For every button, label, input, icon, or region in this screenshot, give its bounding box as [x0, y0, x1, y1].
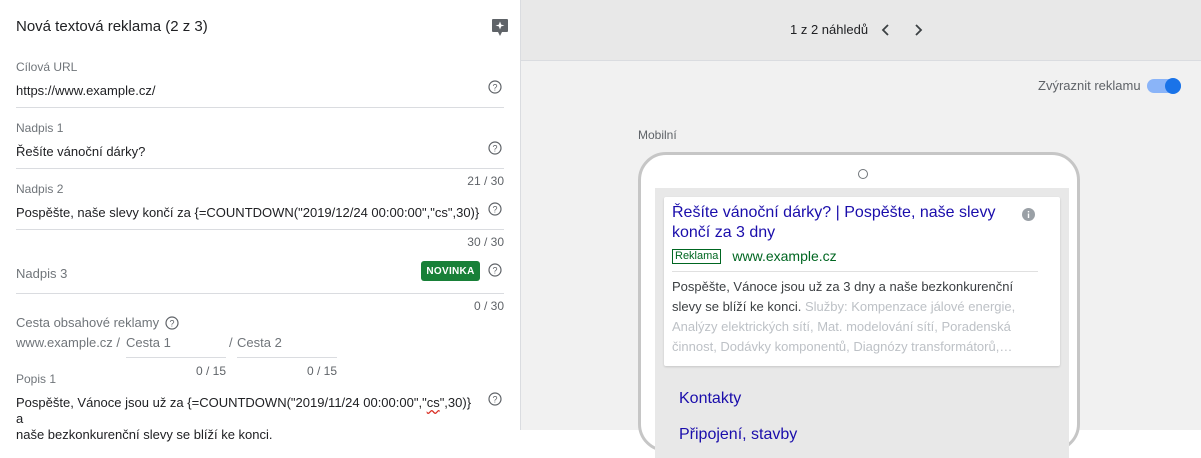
- help-icon[interactable]: ?: [488, 202, 502, 216]
- headline1-underline: [16, 168, 504, 169]
- chevron-left-icon[interactable]: [878, 22, 894, 38]
- path1-underline: [126, 357, 226, 358]
- preview-pager: 1 z 2 náhledů: [790, 22, 869, 37]
- svg-text:?: ?: [492, 265, 497, 275]
- preview-toolbar: 1 z 2 náhledů: [521, 0, 1201, 61]
- device-label: Mobilní: [638, 128, 677, 142]
- highlight-toggle[interactable]: [1147, 78, 1183, 94]
- path-label-row: Cesta obsahové reklamy ?: [16, 315, 179, 330]
- svg-text:?: ?: [492, 394, 497, 404]
- ad-editor-panel: Nová textová reklama (2 z 3) Cílová URL …: [0, 0, 521, 442]
- ad-headline[interactable]: Řešíte vánoční dárky? | Pospěšte, naše s…: [672, 203, 1002, 243]
- help-icon[interactable]: ?: [488, 392, 502, 406]
- svg-text:?: ?: [170, 318, 175, 328]
- svg-text:?: ?: [492, 143, 497, 153]
- chevron-right-icon[interactable]: [910, 22, 926, 38]
- phone-screen: Řešíte vánoční dárky? | Pospěšte, naše s…: [655, 188, 1069, 458]
- highlight-toggle-label: Zvýraznit reklamu: [1038, 78, 1141, 93]
- headline3-placeholder[interactable]: Nadpis 3: [16, 266, 67, 281]
- panel-title: Nová textová reklama (2 z 3): [16, 18, 208, 35]
- preview-panel: 1 z 2 náhledů Zvýraznit reklamu Mobilní …: [521, 0, 1201, 458]
- new-badge: NOVINKA: [421, 261, 480, 281]
- path1-counter: 0 / 15: [195, 364, 226, 378]
- headline2-input[interactable]: Pospěšte, naše slevy končí za {=COUNTDOW…: [16, 205, 479, 220]
- ad-url-row: Reklama www.example.cz: [672, 248, 837, 264]
- headline2-label: Nadpis 2: [16, 182, 64, 196]
- ad-display-url: www.example.cz: [732, 248, 837, 264]
- url-label: Cílová URL: [16, 60, 78, 74]
- path-domain: www.example.cz /: [16, 335, 121, 350]
- spellcheck-word: cs: [426, 395, 440, 410]
- url-underline: [16, 107, 504, 108]
- svg-text:?: ?: [492, 82, 497, 92]
- path-label: Cesta obsahové reklamy: [16, 315, 160, 330]
- ad-card: Řešíte vánoční dárky? | Pospěšte, naše s…: [664, 197, 1060, 366]
- ad-divider: [672, 271, 1038, 272]
- sitelink-1[interactable]: Kontakty: [679, 390, 741, 408]
- headline2-underline: [16, 229, 504, 230]
- info-icon[interactable]: [1022, 208, 1035, 221]
- headline3-counter: 0 / 30: [473, 299, 504, 313]
- help-icon[interactable]: ?: [488, 80, 502, 94]
- headline3-underline: [16, 293, 504, 294]
- phone-camera: [858, 169, 868, 179]
- headline1-counter: 21 / 30: [467, 174, 504, 188]
- phone-frame: Řešíte vánoční dárky? | Pospěšte, naše s…: [638, 152, 1080, 458]
- headline2-counter: 30 / 30: [467, 235, 504, 249]
- help-icon[interactable]: ?: [488, 263, 502, 277]
- description1-text: Pospěšte, Vánoce jsou už za {=COUNTDOWN(…: [16, 395, 427, 410]
- svg-text:?: ?: [492, 204, 497, 214]
- ad-badge: Reklama: [672, 248, 722, 264]
- headline1-input[interactable]: Řešíte vánoční dárky?: [16, 144, 145, 159]
- description1-input[interactable]: Pospěšte, Vánoce jsou už za {=COUNTDOWN(…: [16, 395, 476, 443]
- path1-input[interactable]: Cesta 1: [126, 335, 171, 350]
- sitelink-2[interactable]: Připojení, stavby: [679, 426, 797, 444]
- tip-icon[interactable]: [491, 18, 509, 37]
- path2-input[interactable]: Cesta 2: [237, 335, 282, 350]
- description1-text-line2: naše bezkonkurenční slevy se blíží ke ko…: [16, 427, 273, 442]
- path2-underline: [237, 357, 337, 358]
- description1-label: Popis 1: [16, 372, 57, 386]
- url-input[interactable]: https://www.example.cz/: [16, 83, 155, 98]
- help-icon[interactable]: ?: [165, 315, 179, 330]
- path2-separator: /: [229, 335, 233, 350]
- help-icon[interactable]: ?: [488, 141, 502, 155]
- headline1-label: Nadpis 1: [16, 121, 64, 135]
- path2-counter: 0 / 15: [306, 364, 337, 378]
- ad-description-block: Pospěšte, Vánoce jsou už za 3 dny a naše…: [672, 277, 1042, 357]
